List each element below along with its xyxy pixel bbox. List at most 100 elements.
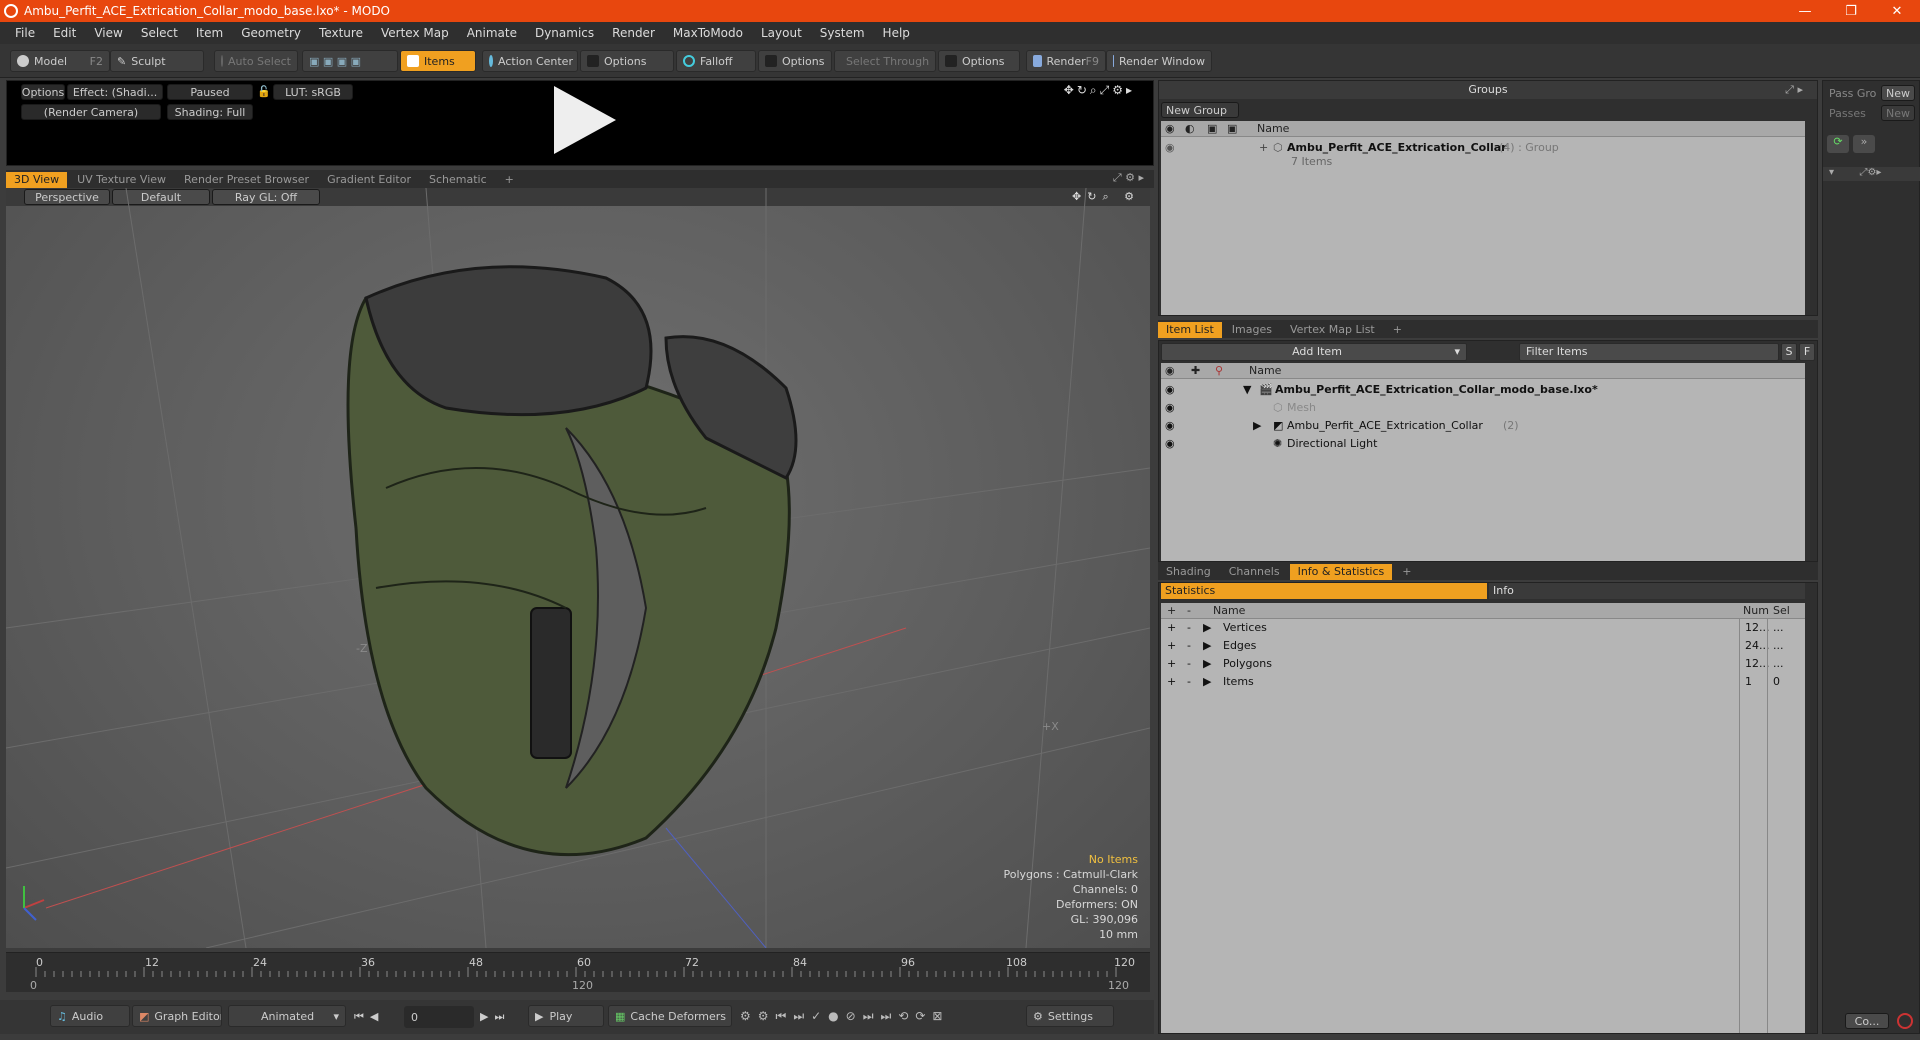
graph-editor-button[interactable]: ◩ Graph Editor [132,1005,222,1027]
forward-icon[interactable]: » [1853,135,1875,153]
shading-dropdown[interactable]: Shading: Full [167,104,253,120]
item-list[interactable]: ◉ ✚ ⚲ Name ◉ ▼ 🎬 Ambu_Perfit_ACE_Extrica… [1161,363,1805,561]
tab-render-preset-browser[interactable]: Render Preset Browser [176,172,317,188]
eye-icon[interactable]: ◉ [1165,381,1175,399]
menu-dynamics[interactable]: Dynamics [526,26,603,40]
stat-row-items[interactable]: + - ▶ Items 1 0 [1161,673,1805,691]
minimize-button[interactable]: — [1782,0,1828,22]
tab-uv-texture-view[interactable]: UV Texture View [69,172,174,188]
effect-dropdown[interactable]: Effect: (Shadi... [67,84,163,100]
stat-row-vertices[interactable]: + - ▶ Vertices 12... ... [1161,619,1805,637]
eye-icon[interactable]: ◉ [1165,139,1175,157]
preview-options-button[interactable]: Options [21,84,65,100]
menu-system[interactable]: System [811,26,874,40]
menu-select[interactable]: Select [132,26,187,40]
refresh-icon[interactable]: ⟳ [1827,135,1849,153]
selection-mode-icons[interactable]: ▣ ▣ ▣ ▣ [302,50,398,72]
paused-button[interactable]: Paused [167,84,253,100]
expand-icon[interactable]: ▶ [1253,417,1261,435]
record-icon[interactable] [1897,1013,1913,1029]
menu-help[interactable]: Help [874,26,919,40]
item-row-mesh[interactable]: ◉ ⬡ Mesh [1161,399,1805,417]
add-tab-icon[interactable]: + [497,172,522,188]
groups-list[interactable]: ◉ ◐ ▣ ▣ Name ◉ + ⬡ Ambu_Perfit_ACE_Extri… [1161,121,1805,315]
new-pass-group-button[interactable]: New [1881,85,1915,101]
new-group-button[interactable]: New Group [1161,102,1239,118]
auto-select-button[interactable]: Auto Select [214,50,298,72]
skip-forward-icons[interactable]: ▶⏭ [480,1010,510,1024]
lut-dropdown[interactable]: LUT: sRGB [273,84,353,100]
timeline[interactable]: 0 12 24 36 48 60 72 84 96 108 120 0 120 … [6,952,1150,992]
tab-schematic[interactable]: Schematic [421,172,495,188]
search-s-button[interactable]: S [1781,343,1797,361]
menu-view[interactable]: View [85,26,131,40]
audio-button[interactable]: ♫ Audio [50,1005,130,1027]
3d-viewport[interactable]: Perspective Default Ray GL: Off ✥↻⌕ ⚙ -Z… [6,188,1150,948]
tab-images[interactable]: Images [1224,322,1280,338]
expand-icon[interactable]: ▶ [1203,673,1211,691]
eye-icon[interactable]: ◉ [1165,399,1175,417]
options-button-1[interactable]: Options [580,50,674,72]
tab-channels[interactable]: Channels [1221,564,1288,580]
add-tab-icon[interactable]: + [1385,322,1410,338]
cache-deformers-button[interactable]: ▦ Cache Deformers [608,1005,732,1027]
preview-nav-icons[interactable]: ✥↻⌕⤢⚙▸ [1064,83,1135,98]
statistics-subtab[interactable]: Statistics [1161,583,1487,599]
eye-icon[interactable]: ◉ [1165,435,1175,453]
render-window-button[interactable]: Render Window [1106,50,1212,72]
animated-dropdown[interactable]: Animated ▾ [228,1005,346,1027]
menu-layout[interactable]: Layout [752,26,811,40]
tab-shading[interactable]: Shading [1158,564,1219,580]
play-button[interactable]: ▶ Play [528,1005,604,1027]
menu-render[interactable]: Render [603,26,664,40]
close-button[interactable]: ✕ [1874,0,1920,22]
item-row-collar[interactable]: ◉ ▶ ◩ Ambu_Perfit_ACE_Extrication_Collar… [1161,417,1805,435]
skip-back-icons[interactable]: ⏮◀ [354,1010,384,1024]
item-row-light[interactable]: ◉ ✺ Directional Light [1161,435,1805,453]
filter-items-input[interactable]: Filter Items [1519,343,1779,361]
options-button-2[interactable]: Options [758,50,832,72]
action-center-button[interactable]: Action Center [482,50,578,72]
panel-options-icon[interactable]: ⤢ ⚙ ▸ [1113,171,1144,185]
filter-f-button[interactable]: F [1799,343,1815,361]
menu-animate[interactable]: Animate [458,26,526,40]
info-subtab[interactable]: Info [1489,583,1805,599]
options-button-3[interactable]: Options [938,50,1020,72]
expand-icon[interactable]: ▶ [1203,619,1211,637]
camera-dropdown[interactable]: (Render Camera) [21,104,161,120]
model-button[interactable]: Model F2 [10,50,110,72]
stat-row-edges[interactable]: + - ▶ Edges 24... ... [1161,637,1805,655]
statistics-list[interactable]: + - Name Num Sel + - ▶ Vertices 12... ...… [1161,603,1805,1033]
menu-maxtomodo[interactable]: MaxToModo [664,26,752,40]
maximize-button[interactable]: ❐ [1828,0,1874,22]
menu-texture[interactable]: Texture [310,26,372,40]
co-button[interactable]: Co... [1845,1013,1889,1029]
settings-button[interactable]: ⚙ Settings [1026,1005,1114,1027]
add-tab-icon[interactable]: + [1394,564,1419,580]
add-item-dropdown[interactable]: Add Item ▾ [1161,343,1467,361]
collar-model[interactable] [346,265,798,857]
menu-vertex-map[interactable]: Vertex Map [372,26,458,40]
expand-icon[interactable]: ▶ [1203,637,1211,655]
menu-item[interactable]: Item [187,26,232,40]
item-row-scene[interactable]: ◉ ▼ 🎬 Ambu_Perfit_ACE_Extrication_Collar… [1161,381,1805,399]
group-row[interactable]: ◉ + ⬡ Ambu_Perfit_ACE_Extrication_Collar… [1161,139,1805,157]
collapse-icon[interactable]: ▼ [1243,381,1251,399]
menu-edit[interactable]: Edit [44,26,85,40]
eye-icon[interactable]: ◉ [1165,417,1175,435]
new-pass-button[interactable]: New [1881,105,1915,121]
tab-gradient-editor[interactable]: Gradient Editor [319,172,419,188]
tab-vertex-map-list[interactable]: Vertex Map List [1282,322,1383,338]
play-icon[interactable] [554,86,616,154]
key-tool-icons[interactable]: ⚙⚙⏮⏭✓●⊘⏭⏭⟲⟳⊠ [740,1009,949,1024]
tab-info-statistics[interactable]: Info & Statistics [1289,564,1393,580]
tab-item-list[interactable]: Item List [1158,322,1222,338]
tab-3d-view[interactable]: 3D View [6,172,68,188]
expand-icon[interactable]: + [1259,139,1268,157]
frame-input[interactable]: 0 [404,1006,474,1028]
falloff-button[interactable]: Falloff [676,50,756,72]
items-button[interactable]: Items [400,50,476,72]
render-button[interactable]: Render F9 [1026,50,1106,72]
menu-file[interactable]: File [6,26,44,40]
lock-icon[interactable]: 🔓 [257,85,271,98]
